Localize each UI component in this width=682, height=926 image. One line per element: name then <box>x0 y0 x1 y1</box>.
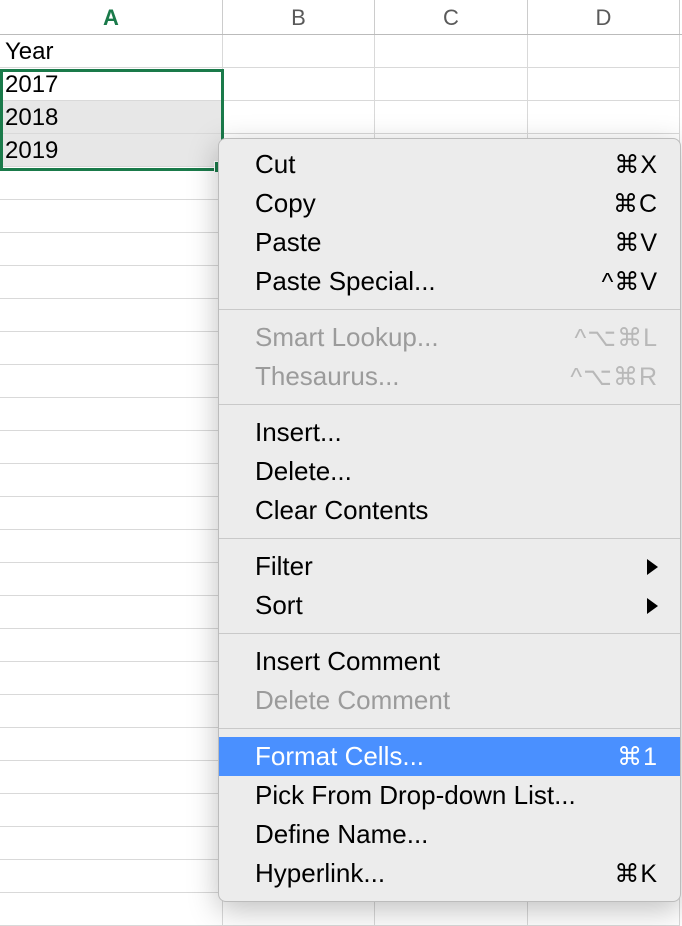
menu-paste-label: Paste <box>255 227 322 258</box>
cell-empty[interactable] <box>0 266 223 299</box>
menu-paste-special-label: Paste Special... <box>255 266 436 297</box>
cell-d3[interactable] <box>528 101 680 134</box>
menu-smart-lookup-shortcut: ^⌥⌘L <box>575 323 658 353</box>
chevron-right-icon <box>647 598 658 614</box>
menu-paste-shortcut: ⌘V <box>614 228 658 258</box>
menu-smart-lookup: Smart Lookup... ^⌥⌘L <box>219 318 680 357</box>
menu-insert-label: Insert... <box>255 417 342 448</box>
cell-empty[interactable] <box>0 431 223 464</box>
menu-insert-comment-label: Insert Comment <box>255 646 440 677</box>
menu-sort-label: Sort <box>255 590 303 621</box>
menu-pick-list[interactable]: Pick From Drop-down List... <box>219 776 680 815</box>
menu-copy-label: Copy <box>255 188 316 219</box>
cell-empty[interactable] <box>0 332 223 365</box>
cell-c2[interactable] <box>375 68 528 101</box>
cell-empty[interactable] <box>0 761 223 794</box>
column-header-d[interactable]: D <box>528 0 680 34</box>
menu-format-cells-label: Format Cells... <box>255 741 424 772</box>
menu-clear-contents[interactable]: Clear Contents <box>219 491 680 530</box>
menu-paste-special-shortcut: ^⌘V <box>602 267 658 297</box>
menu-pick-list-label: Pick From Drop-down List... <box>255 780 576 811</box>
cell-empty[interactable] <box>0 695 223 728</box>
cell-empty[interactable] <box>0 893 223 926</box>
cell-empty[interactable] <box>0 563 223 596</box>
cell-empty[interactable] <box>0 464 223 497</box>
menu-thesaurus-shortcut: ^⌥⌘R <box>570 362 658 392</box>
menu-define-name-label: Define Name... <box>255 819 428 850</box>
cell-empty[interactable] <box>0 497 223 530</box>
chevron-right-icon <box>647 559 658 575</box>
menu-thesaurus: Thesaurus... ^⌥⌘R <box>219 357 680 396</box>
menu-sort[interactable]: Sort <box>219 586 680 625</box>
cell-empty[interactable] <box>0 662 223 695</box>
menu-insert-comment[interactable]: Insert Comment <box>219 642 680 681</box>
cell-empty[interactable] <box>0 827 223 860</box>
menu-smart-lookup-label: Smart Lookup... <box>255 322 439 353</box>
cell-a3[interactable]: 2018 <box>0 101 223 134</box>
menu-paste[interactable]: Paste ⌘V <box>219 223 680 262</box>
cell-empty[interactable] <box>0 299 223 332</box>
cell-empty[interactable] <box>0 728 223 761</box>
row-1: Year <box>0 35 682 68</box>
column-header-row: A B C D <box>0 0 682 35</box>
menu-cut[interactable]: Cut ⌘X <box>219 145 680 184</box>
menu-define-name[interactable]: Define Name... <box>219 815 680 854</box>
menu-clear-contents-label: Clear Contents <box>255 495 428 526</box>
menu-separator <box>219 728 680 729</box>
cell-b2[interactable] <box>223 68 375 101</box>
menu-separator <box>219 309 680 310</box>
cell-d1[interactable] <box>528 35 680 68</box>
menu-filter[interactable]: Filter <box>219 547 680 586</box>
cell-c1[interactable] <box>375 35 528 68</box>
menu-hyperlink-label: Hyperlink... <box>255 858 385 889</box>
cell-empty[interactable] <box>0 233 223 266</box>
cell-empty[interactable] <box>0 794 223 827</box>
cell-empty[interactable] <box>0 530 223 563</box>
cell-a2[interactable]: 2017 <box>0 68 223 101</box>
menu-hyperlink-shortcut: ⌘K <box>614 859 658 889</box>
menu-cut-shortcut: ⌘X <box>614 150 658 180</box>
cell-d2[interactable] <box>528 68 680 101</box>
menu-copy[interactable]: Copy ⌘C <box>219 184 680 223</box>
column-header-a[interactable]: A <box>0 0 223 34</box>
cell-b1[interactable] <box>223 35 375 68</box>
row-2: 2017 <box>0 68 682 101</box>
menu-separator <box>219 404 680 405</box>
row-3: 2018 <box>0 101 682 134</box>
menu-hyperlink[interactable]: Hyperlink... ⌘K <box>219 854 680 893</box>
cell-empty[interactable] <box>0 860 223 893</box>
cell-b3[interactable] <box>223 101 375 134</box>
column-header-b[interactable]: B <box>223 0 375 34</box>
menu-separator <box>219 538 680 539</box>
menu-paste-special[interactable]: Paste Special... ^⌘V <box>219 262 680 301</box>
cell-a4[interactable]: 2019 <box>0 134 223 167</box>
column-header-c[interactable]: C <box>375 0 528 34</box>
menu-delete-comment: Delete Comment <box>219 681 680 720</box>
menu-filter-label: Filter <box>255 551 313 582</box>
menu-insert[interactable]: Insert... <box>219 413 680 452</box>
menu-cut-label: Cut <box>255 149 295 180</box>
menu-format-cells[interactable]: Format Cells... ⌘1 <box>219 737 680 776</box>
context-menu: Cut ⌘X Copy ⌘C Paste ⌘V Paste Special...… <box>218 138 681 902</box>
menu-delete-label: Delete... <box>255 456 352 487</box>
cell-empty[interactable] <box>0 398 223 431</box>
menu-separator <box>219 633 680 634</box>
cell-empty[interactable] <box>0 365 223 398</box>
menu-thesaurus-label: Thesaurus... <box>255 361 400 392</box>
cell-empty[interactable] <box>0 596 223 629</box>
menu-delete-comment-label: Delete Comment <box>255 685 450 716</box>
menu-delete[interactable]: Delete... <box>219 452 680 491</box>
cell-empty[interactable] <box>0 629 223 662</box>
menu-format-cells-shortcut: ⌘1 <box>617 742 658 772</box>
cell-empty[interactable] <box>0 200 223 233</box>
cell-empty[interactable] <box>0 167 223 200</box>
cell-c3[interactable] <box>375 101 528 134</box>
cell-a1[interactable]: Year <box>0 35 223 68</box>
menu-copy-shortcut: ⌘C <box>613 189 658 219</box>
